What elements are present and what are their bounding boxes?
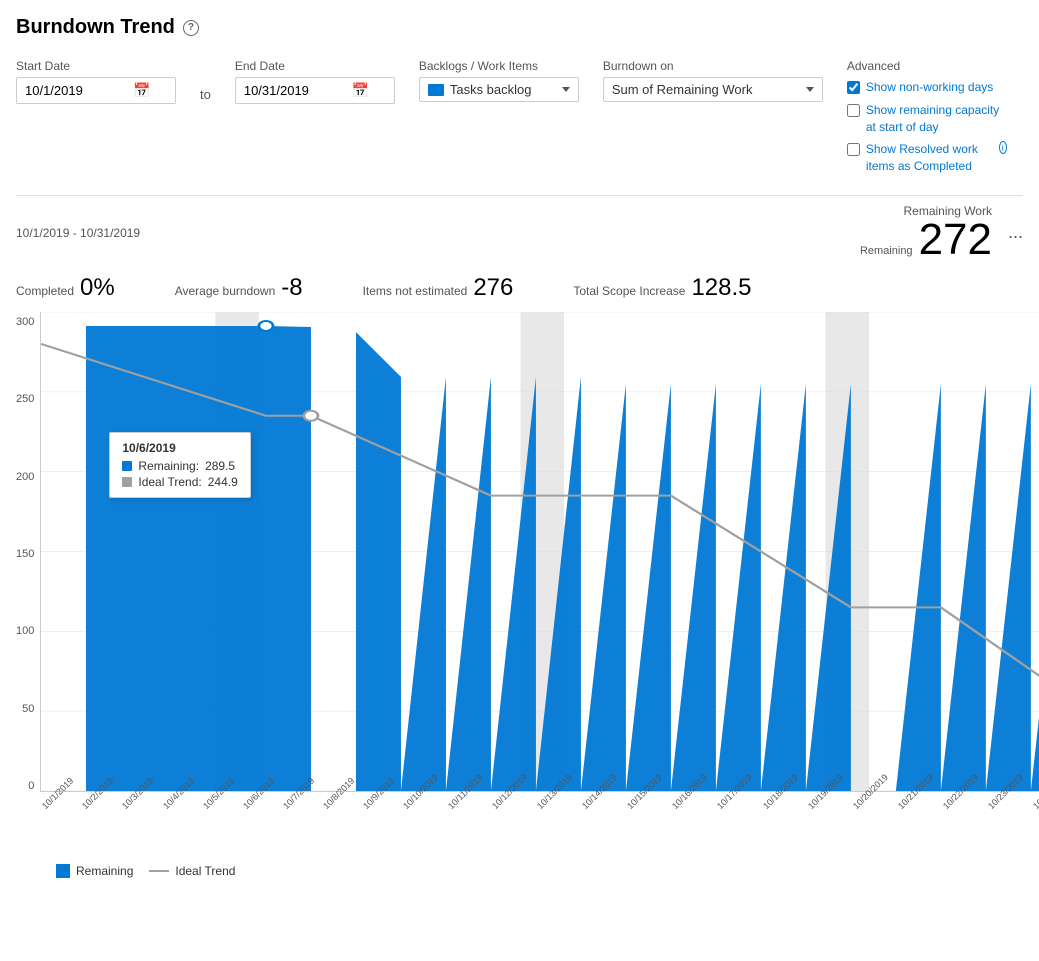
calendar-icon-end[interactable]: 📅 (352, 82, 369, 99)
backlogs-dropdown[interactable]: Tasks backlog (419, 77, 579, 102)
chart-container: 10/6/2019 Remaining: 289.5 Ideal Trend: … (40, 312, 1039, 860)
burndown-label: Burndown on (603, 59, 823, 73)
start-date-label: Start Date (16, 59, 176, 73)
items-not-estimated-stat: Items not estimated 276 (363, 274, 514, 302)
end-date-input[interactable]: 📅 (235, 77, 395, 104)
items-not-estimated-value: 276 (473, 274, 513, 302)
info-icon: i (999, 141, 1007, 154)
start-date-input[interactable]: 📅 (16, 77, 176, 104)
legend-ideal: Ideal Trend (149, 864, 235, 878)
calendar-icon[interactable]: 📅 (133, 82, 150, 99)
y-label-200: 200 (16, 471, 34, 483)
total-scope-stat: Total Scope Increase 128.5 (573, 274, 751, 302)
filters-row: Start Date 📅 to End Date 📅 Backlogs / Wo… (16, 59, 1023, 175)
y-label-100: 100 (16, 625, 34, 637)
checkbox-remaining-capacity-input[interactable] (847, 104, 860, 117)
completed-value: 0% (80, 274, 115, 302)
stats-row: Completed 0% Average burndown -8 Items n… (16, 274, 1023, 302)
y-label-250: 250 (16, 393, 34, 405)
checkbox-resolved-input[interactable] (847, 143, 860, 156)
tooltip-remaining-value: 289.5 (205, 459, 235, 473)
date-range-bar: 10/1/2019 - 10/31/2019 Remaining Work Re… (16, 195, 1023, 266)
legend-row: Remaining Ideal Trend (56, 864, 1023, 878)
checkbox-non-working-label: Show non-working days (866, 79, 993, 96)
tooltip-ideal-row: Ideal Trend: 244.9 (122, 475, 237, 489)
y-label-150: 150 (16, 548, 34, 560)
completed-stat: Completed 0% (16, 274, 115, 302)
burndown-dropdown[interactable]: Sum of Remaining Work (603, 77, 823, 102)
advanced-label: Advanced (847, 59, 1007, 73)
end-date-group: End Date 📅 (235, 59, 395, 104)
end-date-label: End Date (235, 59, 395, 73)
avg-burndown-value: -8 (281, 274, 302, 302)
start-date-field[interactable] (25, 83, 125, 98)
avg-burndown-label: Average burndown (175, 284, 276, 298)
remaining-value: 272 (919, 218, 992, 262)
chart-area: 10/6/2019 Remaining: 289.5 Ideal Trend: … (40, 312, 1039, 792)
tooltip-remaining-row: Remaining: 289.5 (122, 459, 237, 473)
chart-svg (41, 312, 1039, 791)
backlogs-value: Tasks backlog (450, 82, 556, 97)
avg-burndown-stat: Average burndown -8 (175, 274, 303, 302)
chart-section: 300 250 200 150 100 50 0 (16, 312, 1023, 860)
backlogs-chevron (562, 87, 570, 92)
checkbox-remaining-capacity[interactable]: Show remaining capacity at start of day (847, 102, 1007, 136)
start-date-group: Start Date 📅 (16, 59, 176, 104)
page-title-section: Burndown Trend ? (16, 16, 1023, 39)
checkbox-resolved-label: Show Resolved work items as Completed (866, 141, 991, 175)
backlogs-group: Backlogs / Work Items Tasks backlog (419, 59, 579, 102)
legend-ideal-icon (149, 870, 169, 872)
backlog-icon (428, 84, 444, 96)
burndown-group: Burndown on Sum of Remaining Work (603, 59, 823, 102)
backlogs-label: Backlogs / Work Items (419, 59, 579, 73)
total-scope-label: Total Scope Increase (573, 284, 685, 298)
advanced-group: Advanced Show non-working days Show rema… (847, 59, 1007, 175)
legend-remaining: Remaining (56, 864, 133, 878)
more-options-icon[interactable]: ... (1008, 222, 1023, 243)
remaining-work-section: Remaining Work Remaining 272 (860, 204, 992, 262)
burndown-chevron (806, 87, 814, 92)
checkbox-remaining-capacity-label: Show remaining capacity at start of day (866, 102, 1007, 136)
remaining-sub-label: Remaining (860, 245, 913, 257)
tooltip-date: 10/6/2019 (122, 441, 237, 455)
tooltip-ideal-value: 244.9 (208, 475, 238, 489)
legend-remaining-label: Remaining (76, 864, 133, 878)
y-label-0: 0 (16, 780, 34, 792)
items-not-estimated-label: Items not estimated (363, 284, 468, 298)
completed-label: Completed (16, 284, 74, 298)
page-title: Burndown Trend (16, 16, 175, 39)
remaining-work-block: Remaining Work Remaining 272 ... (860, 204, 1023, 262)
tooltip-ideal-color (122, 477, 132, 487)
tooltip-remaining-color (122, 461, 132, 471)
y-label-300: 300 (16, 316, 34, 328)
legend-ideal-label: Ideal Trend (175, 864, 235, 878)
checkbox-non-working-input[interactable] (847, 81, 860, 94)
help-icon[interactable]: ? (183, 20, 199, 36)
burndown-value: Sum of Remaining Work (612, 82, 800, 97)
total-scope-value: 128.5 (691, 274, 751, 302)
y-label-50: 50 (16, 703, 34, 715)
checkbox-non-working[interactable]: Show non-working days (847, 79, 1007, 96)
legend-remaining-icon (56, 864, 70, 878)
tooltip-remaining-label: Remaining: (138, 459, 199, 473)
checkbox-resolved[interactable]: Show Resolved work items as Completed i (847, 141, 1007, 175)
x-axis-labels: const xLabels = ["10/1/2019","10/2/2019"… (40, 800, 1039, 860)
date-separator: to (200, 87, 211, 102)
tooltip-ideal-label: Ideal Trend: (138, 475, 201, 489)
chart-tooltip: 10/6/2019 Remaining: 289.5 Ideal Trend: … (109, 432, 250, 498)
date-range-text: 10/1/2019 - 10/31/2019 (16, 226, 140, 240)
end-date-field[interactable] (244, 83, 344, 98)
y-axis: 300 250 200 150 100 50 0 (16, 312, 40, 792)
